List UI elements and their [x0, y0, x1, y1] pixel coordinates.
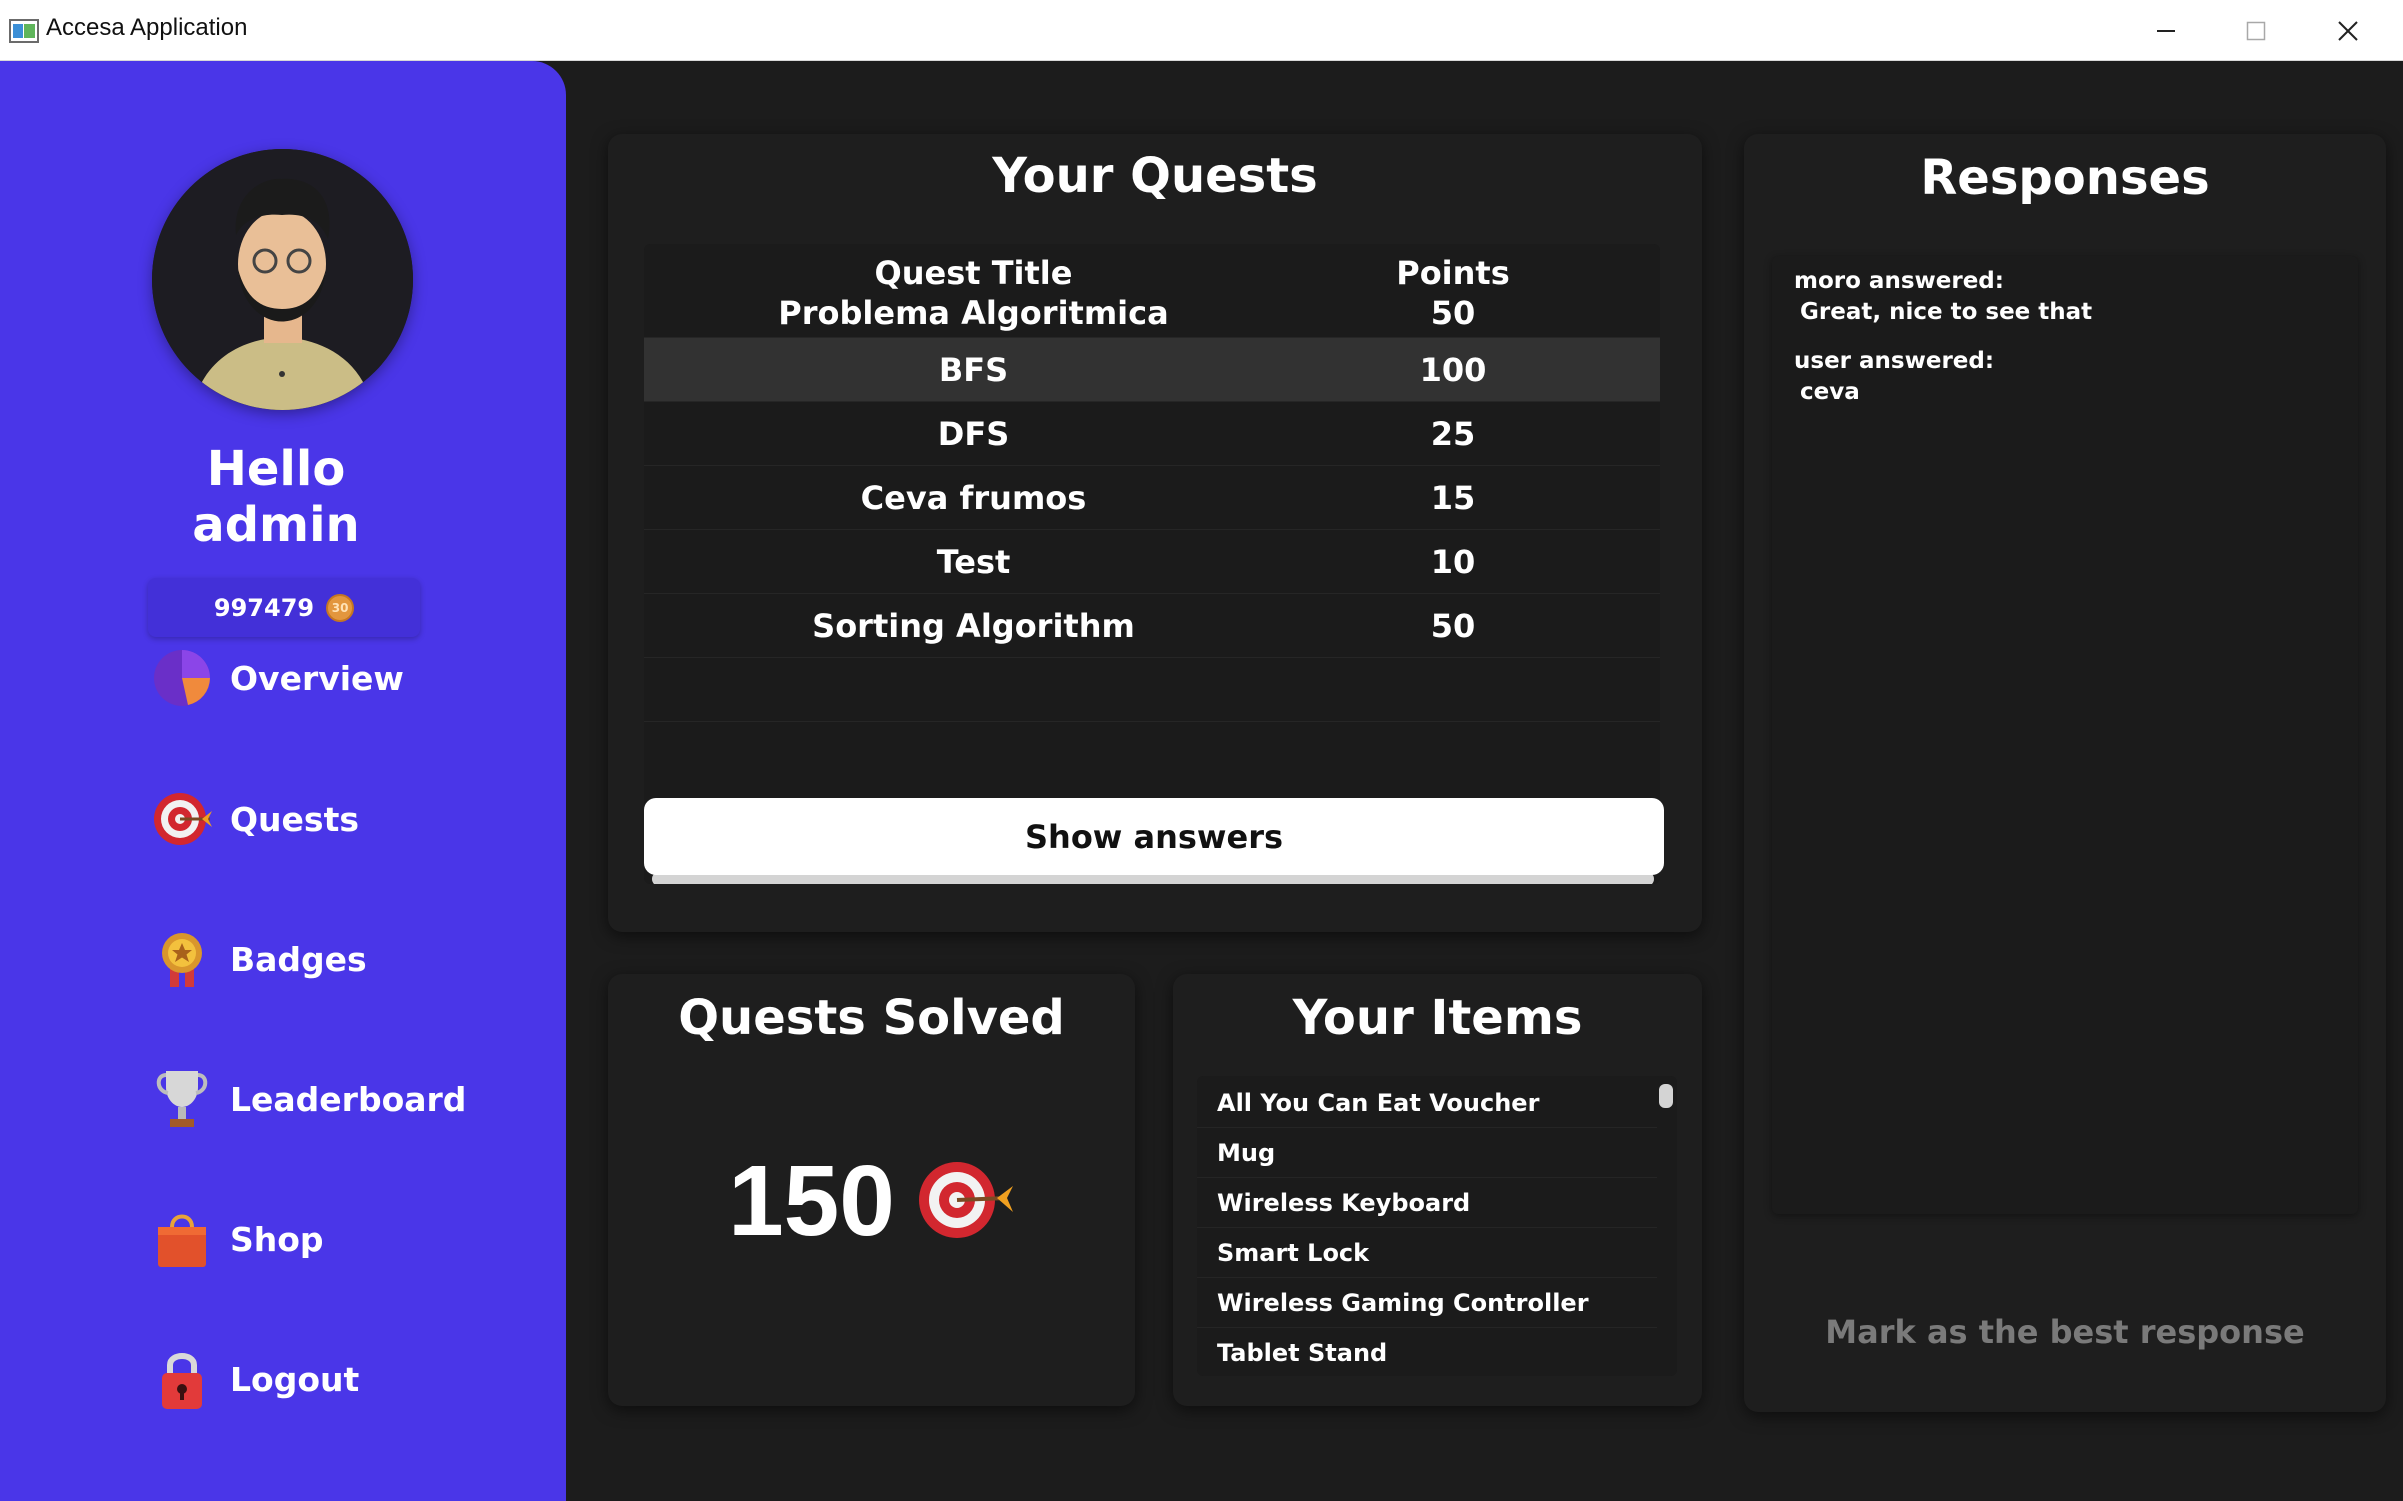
responses-list[interactable]: moro answered: Great, nice to see that u…	[1772, 256, 2358, 1214]
list-item[interactable]: All You Can Eat Voucher	[1197, 1078, 1657, 1128]
quests-panel: Your Quests Quest Title Points Problema …	[608, 134, 1702, 932]
title-bar: Accesa Application	[0, 0, 2403, 61]
nav-label: Badges	[230, 939, 367, 979]
quest-points-cell: 15	[1430, 478, 1476, 517]
vertical-scrollbar[interactable]	[1659, 1084, 1673, 1108]
user-avatar-icon	[152, 149, 413, 410]
coin-balance: 997479 30	[148, 578, 420, 637]
quest-points-cell: 10	[1430, 542, 1476, 581]
list-item[interactable]: Wireless Gaming Controller	[1197, 1278, 1657, 1328]
nav-label: Quests	[230, 799, 359, 839]
responses-panel: Responses moro answered: Great, nice to …	[1744, 134, 2386, 1412]
items-list[interactable]: All You Can Eat Voucher Mug Wireless Key…	[1197, 1076, 1677, 1376]
nav-quests[interactable]: Quests	[150, 779, 500, 859]
quests-title: Your Quests	[992, 148, 1318, 204]
lock-icon	[150, 1347, 214, 1411]
quest-points-cell: 50	[1430, 606, 1476, 645]
items-panel: Your Items All You Can Eat Voucher Mug W…	[1173, 974, 1702, 1406]
target-icon	[915, 1158, 1015, 1246]
quests-solved-title: Quests Solved	[678, 990, 1065, 1046]
greeting-username: admin	[192, 497, 360, 553]
medal-icon	[150, 927, 214, 991]
quest-title-cell: Ceva frumos	[860, 478, 1087, 517]
nav-logout[interactable]: Logout	[150, 1339, 500, 1419]
response-author: user answered:	[1794, 348, 1995, 374]
items-title: Your Items	[1292, 990, 1583, 1046]
response-text: Great, nice to see that	[1800, 299, 2093, 325]
greeting-hello: Hello	[206, 441, 346, 497]
trophy-icon	[150, 1067, 214, 1131]
column-header-points[interactable]: Points	[1303, 254, 1603, 292]
coin-amount: 997479	[213, 593, 315, 622]
nav-leaderboard[interactable]: Leaderboard	[150, 1059, 500, 1139]
list-item[interactable]: Smart Lock	[1197, 1228, 1657, 1278]
nav-label: Overview	[230, 658, 404, 698]
quests-solved-count: 150	[728, 1145, 895, 1257]
response-text: ceva	[1800, 379, 1860, 405]
quest-title-cell: Test	[936, 542, 1011, 581]
quest-points-cell: 50	[1430, 293, 1476, 332]
nav-label: Logout	[230, 1359, 360, 1399]
table-row[interactable]: DFS 25	[644, 402, 1660, 466]
list-item[interactable]: Tablet Stand	[1197, 1328, 1657, 1376]
maximize-icon	[2246, 21, 2266, 40]
quest-title-cell: BFS	[938, 350, 1009, 389]
responses-title: Responses	[1920, 150, 2210, 206]
close-button[interactable]	[2302, 0, 2394, 61]
nav-label: Shop	[230, 1219, 324, 1259]
shopping-bag-icon	[150, 1207, 214, 1271]
table-row[interactable]: Ceva frumos 15	[644, 466, 1660, 530]
column-header-quest-title[interactable]: Quest Title	[644, 254, 1303, 292]
coin-icon: 30	[326, 593, 355, 622]
avatar[interactable]	[152, 149, 413, 410]
greeting: Hello admin	[120, 441, 432, 553]
nav-label: Leaderboard	[230, 1079, 467, 1119]
quest-points-cell: 25	[1430, 414, 1476, 453]
response-author: moro answered:	[1794, 268, 2004, 294]
response-item[interactable]: user answered: ceva	[1794, 346, 1994, 408]
table-row[interactable]: Problema Algoritmica 50	[644, 288, 1660, 338]
nav-overview[interactable]: Overview	[150, 638, 500, 718]
quests-solved-panel: Quests Solved 150	[608, 974, 1135, 1406]
table-row-empty	[644, 658, 1660, 722]
table-row[interactable]: Test 10	[644, 530, 1660, 594]
nav-shop[interactable]: Shop	[150, 1199, 500, 1279]
nav-badges[interactable]: Badges	[150, 919, 500, 999]
list-item[interactable]: Wireless Keyboard	[1197, 1178, 1657, 1228]
coin-symbol: 30	[331, 600, 349, 615]
list-item[interactable]: Mug	[1197, 1128, 1657, 1178]
response-item[interactable]: moro answered: Great, nice to see that	[1794, 266, 2092, 328]
quest-title-cell: Problema Algoritmica	[778, 293, 1169, 332]
quest-title-cell: Sorting Algorithm	[812, 606, 1135, 645]
show-answers-button[interactable]: Show answers	[644, 798, 1664, 875]
quests-solved-value: 150	[608, 1144, 1135, 1259]
maximize-button[interactable]	[2210, 0, 2302, 61]
mark-best-response-button[interactable]: Mark as the best response	[1772, 1294, 2358, 1370]
app-icon	[9, 19, 39, 43]
window-title: Accesa Application	[46, 14, 248, 41]
minimize-icon	[2157, 29, 2175, 32]
sidebar: Hello admin 997479 30 Overview Quests Ba…	[0, 61, 566, 1501]
minimize-button[interactable]	[2120, 0, 2212, 61]
quest-points-cell: 100	[1419, 350, 1487, 389]
close-icon	[2338, 20, 2358, 41]
table-row-selected[interactable]: BFS 100	[644, 338, 1660, 402]
table-row[interactable]: Sorting Algorithm 50	[644, 594, 1660, 658]
quest-table[interactable]: Quest Title Points Problema Algoritmica …	[644, 244, 1660, 884]
target-icon	[150, 787, 214, 851]
quest-title-cell: DFS	[937, 414, 1010, 453]
pie-chart-icon	[150, 646, 214, 710]
